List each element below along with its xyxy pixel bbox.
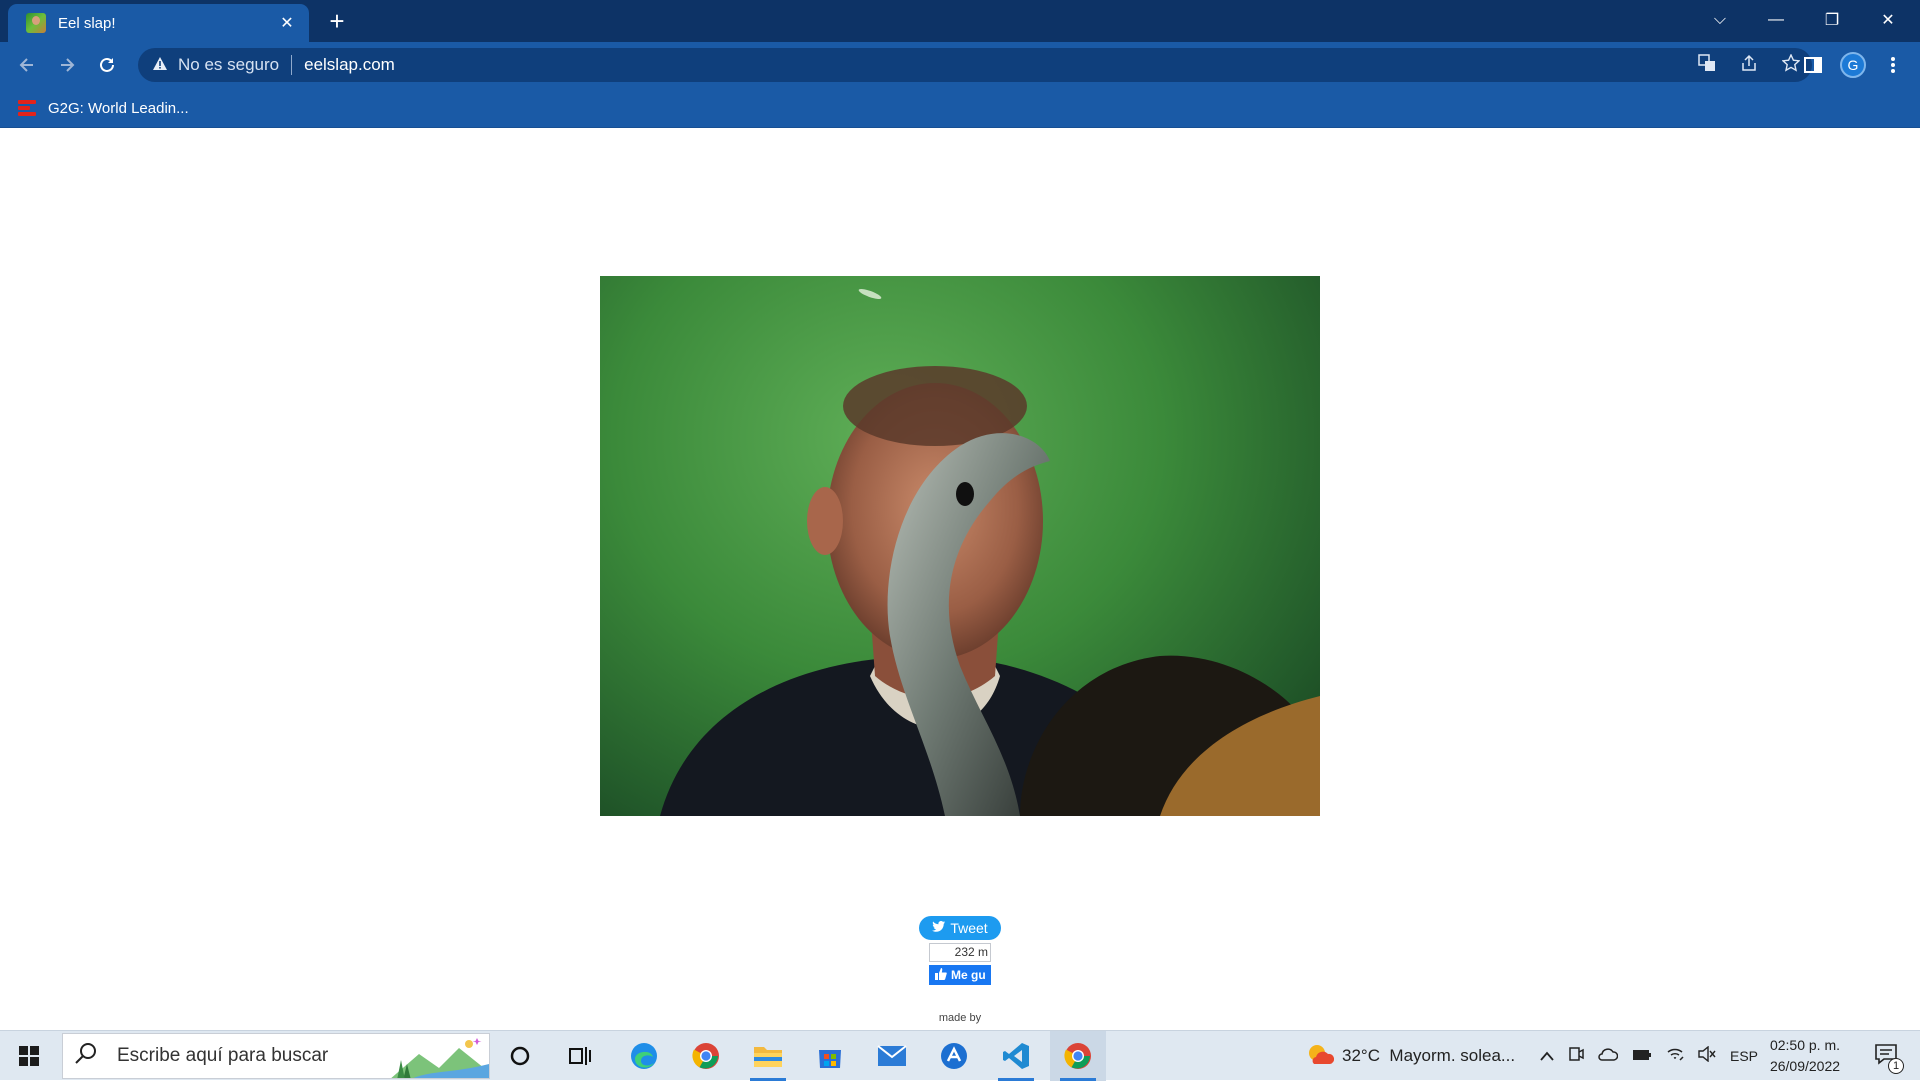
meet-now-icon[interactable]	[1568, 1046, 1584, 1067]
wifi-icon[interactable]	[1666, 1046, 1684, 1067]
chrome-active-icon[interactable]	[1050, 1031, 1106, 1081]
start-button[interactable]	[0, 1031, 58, 1081]
task-view-icon[interactable]	[552, 1031, 608, 1081]
weather-text: 32°C Mayorm. solea...	[1342, 1046, 1516, 1065]
security-status[interactable]: No es seguro	[178, 55, 279, 75]
search-highlight-landscape-icon	[389, 1034, 489, 1078]
mail-icon[interactable]	[864, 1031, 920, 1081]
bookmark-label: G2G: World Leadin...	[48, 99, 189, 117]
tweet-button[interactable]: Tweet	[919, 916, 1001, 940]
restore-button[interactable]: ❐	[1804, 0, 1860, 40]
clock-time: 02:50 p. m.	[1769, 1037, 1841, 1053]
vscode-icon[interactable]	[988, 1031, 1044, 1081]
clock[interactable]: 02:50 p. m. 26/09/2022	[1760, 1035, 1850, 1077]
chevron-up-icon[interactable]	[1540, 1046, 1554, 1066]
eel-slap-favicon-icon	[26, 13, 46, 33]
tweet-label: Tweet	[950, 920, 988, 936]
windows-logo-icon	[19, 1046, 39, 1066]
facebook-like-button[interactable]: Me gu	[929, 965, 991, 985]
tab-strip: Eel slap! ✕ + ⌵ — ❐ ✕	[0, 0, 1920, 42]
address-bar-actions	[1696, 48, 1802, 82]
battery-icon[interactable]	[1632, 1046, 1652, 1066]
tab-title: Eel slap!	[58, 14, 116, 32]
made-by-credit: made by	[938, 1012, 982, 1024]
reload-icon[interactable]	[90, 48, 124, 82]
bookmark-g2g[interactable]: G2G: World Leadin...	[16, 96, 189, 120]
facebook-like-count: 232 m	[929, 943, 991, 962]
address-bar[interactable]: No es seguro eelslap.com	[138, 48, 1812, 82]
warning-triangle-icon[interactable]	[150, 57, 170, 73]
tab-eel-slap[interactable]: Eel slap! ✕	[8, 4, 309, 42]
language-indicator[interactable]: ESP	[1730, 1048, 1758, 1064]
profile-initial: G	[1840, 52, 1866, 78]
file-explorer-icon[interactable]	[740, 1031, 796, 1081]
search-icon	[75, 1042, 105, 1070]
tab-search-icon[interactable]: ⌵	[1692, 0, 1748, 40]
microsoft-store-icon[interactable]	[802, 1031, 858, 1081]
tab-close-icon[interactable]: ✕	[277, 13, 297, 33]
sun-cloud-icon	[1306, 1042, 1335, 1071]
new-tab-button[interactable]: +	[322, 6, 352, 36]
eel-slap-image[interactable]	[600, 276, 1320, 816]
edge-browser-icon[interactable]	[616, 1031, 672, 1081]
thumbs-up-icon	[935, 967, 947, 983]
close-window-button[interactable]: ✕	[1860, 0, 1916, 40]
weather-widget[interactable]: 32°C Mayorm. solea...	[1306, 1031, 1515, 1081]
clock-date: 26/09/2022	[1769, 1058, 1841, 1074]
chrome-icon[interactable]	[678, 1031, 734, 1081]
twitter-bird-icon	[932, 921, 946, 935]
url-text[interactable]: eelslap.com	[304, 55, 395, 75]
browser-toolbar: No es seguro eelslap.com G	[0, 42, 1920, 88]
notification-center-button[interactable]: 1	[1866, 1031, 1906, 1081]
browser-menu-icon[interactable]	[1878, 48, 1908, 82]
profile-avatar[interactable]: G	[1838, 48, 1868, 82]
system-tray: ESP	[1540, 1031, 1758, 1081]
volume-muted-icon[interactable]	[1698, 1045, 1716, 1067]
share-icon[interactable]	[1738, 54, 1760, 76]
minimize-button[interactable]: —	[1748, 0, 1804, 40]
onedrive-cloud-icon[interactable]	[1598, 1046, 1619, 1066]
search-placeholder: Escribe aquí para buscar	[117, 1045, 329, 1066]
notification-icon: 1	[1874, 1043, 1904, 1074]
address-divider	[291, 55, 293, 75]
g2g-logo-icon	[16, 98, 38, 118]
translate-icon[interactable]	[1696, 54, 1718, 76]
azure-data-studio-icon[interactable]	[926, 1031, 982, 1081]
back-arrow-icon[interactable]	[10, 48, 44, 82]
forward-arrow-icon[interactable]	[50, 48, 84, 82]
side-panel-icon[interactable]	[1798, 48, 1828, 82]
bookmarks-bar: G2G: World Leadin...	[0, 88, 1920, 128]
notification-count: 1	[1888, 1057, 1904, 1074]
page-content: Tweet 232 m Me gu made by	[0, 128, 1920, 1030]
facebook-like-label: Me gu	[951, 968, 986, 982]
taskbar-search-box[interactable]: Escribe aquí para buscar	[62, 1033, 490, 1079]
cortana-icon[interactable]	[492, 1031, 548, 1081]
windows-taskbar: Escribe aquí para buscar 32°C Mayorm. so…	[0, 1030, 1920, 1081]
